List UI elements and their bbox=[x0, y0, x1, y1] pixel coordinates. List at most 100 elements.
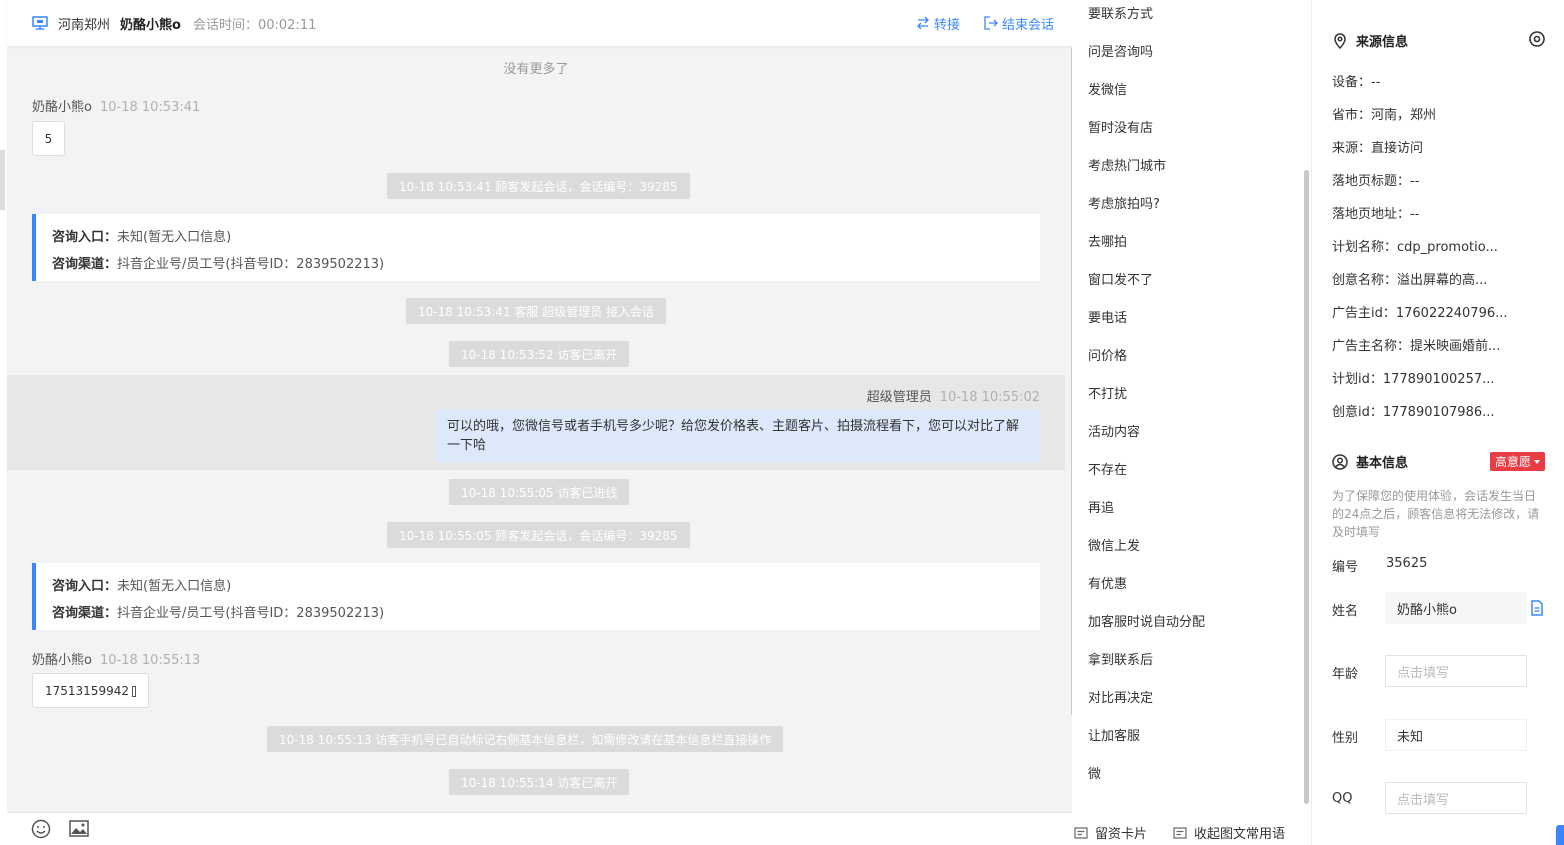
phrases-scrollbar[interactable] bbox=[1304, 170, 1309, 804]
channel-value: 抖音企业号/员工号(抖音号ID：2839502213) bbox=[117, 257, 385, 272]
source-device: 设备：-- bbox=[1332, 75, 1381, 90]
quick-phrase-item[interactable]: 考虑热门城市 bbox=[1088, 155, 1166, 174]
visitor-location: 河南郑州 bbox=[58, 17, 111, 33]
source-info-title: 来源信息 bbox=[1332, 31, 1408, 50]
collapse-phrases-button[interactable]: 收起图文常用语 bbox=[1173, 823, 1285, 842]
source-origin: 来源：直接访问 bbox=[1332, 141, 1424, 156]
consult-info-card: 咨询入口：未知(暂无入口信息) 咨询渠道：抖音企业号/员工号(抖音号ID：283… bbox=[32, 563, 1040, 630]
eye-icon[interactable] bbox=[1528, 30, 1546, 48]
image-icon[interactable] bbox=[68, 819, 90, 839]
transfer-label: 转接 bbox=[933, 17, 960, 33]
system-notice: 10-18 10:53:41 顾客发起会话，会话编号：39285 bbox=[387, 173, 690, 199]
collapse-icon bbox=[1173, 826, 1187, 839]
chat-header: 河南郑州 奶酪小熊o 会话时间：00:02:11 转接 结束会话 bbox=[7, 0, 1072, 46]
source-advertiser-id: 广告主id：176022240796... bbox=[1332, 306, 1508, 321]
end-session-button[interactable]: 结束会话 bbox=[984, 14, 1054, 33]
session-time-label: 会话时间： bbox=[192, 17, 258, 33]
intent-badge-label: 高意愿 bbox=[1494, 455, 1531, 469]
quick-phrase-item[interactable]: 去哪拍 bbox=[1088, 231, 1127, 250]
source-creative-id: 创意id：177890107986... bbox=[1332, 405, 1495, 420]
input-toolbar bbox=[7, 812, 1072, 845]
exit-icon bbox=[984, 16, 998, 30]
age-field[interactable]: 点击填写 bbox=[1385, 655, 1527, 687]
no-more-text: 没有更多了 bbox=[503, 62, 569, 77]
transfer-button[interactable]: 转接 bbox=[916, 14, 960, 33]
source-advertiser-name: 广告主名称：提米映画婚前... bbox=[1332, 339, 1501, 354]
entry-value: 未知(暂无入口信息) bbox=[117, 230, 232, 245]
session-time-value: 00:02:11 bbox=[257, 17, 317, 33]
name-value: 奶酪小熊o bbox=[1397, 602, 1457, 618]
age-placeholder: 点击填写 bbox=[1397, 665, 1450, 681]
source-plan-name: 计划名称：cdp_promotio... bbox=[1332, 240, 1498, 255]
agent-sender-line: 超级管理员 10-18 10:55:02 bbox=[867, 386, 1040, 405]
id-label: 编号 bbox=[1332, 560, 1359, 575]
message-text: 17513159942 bbox=[45, 683, 129, 698]
collapse-phrases-label: 收起图文常用语 bbox=[1194, 827, 1286, 842]
message-time: 10-18 10:55:13 bbox=[99, 653, 201, 668]
qq-label: QQ bbox=[1332, 791, 1353, 806]
quick-phrase-item[interactable]: 让加客服 bbox=[1088, 725, 1140, 744]
quick-phrase-item[interactable]: 活动内容 bbox=[1088, 421, 1140, 440]
name-field[interactable]: 奶酪小熊o bbox=[1385, 592, 1527, 624]
end-session-label: 结束会话 bbox=[1001, 17, 1054, 33]
edit-notice: 为了保障您的使用体验，会话发生当日的24点之后，顾客信息将无法修改，请及时填写 bbox=[1332, 489, 1540, 539]
sender-name: 奶酪小熊o bbox=[32, 653, 92, 668]
gender-select[interactable]: 未知 bbox=[1385, 719, 1527, 751]
user-circle-icon bbox=[1332, 453, 1348, 470]
sender-name: 奶酪小熊o bbox=[32, 100, 92, 115]
quick-phrase-item[interactable]: 发微信 bbox=[1088, 79, 1127, 98]
quick-phrase-item[interactable]: 拿到联系后 bbox=[1088, 649, 1153, 668]
quick-phrase-item[interactable]: 不存在 bbox=[1088, 459, 1127, 478]
copy-icon[interactable] bbox=[131, 686, 136, 697]
quick-phrase-item[interactable]: 问价格 bbox=[1088, 345, 1127, 364]
quick-phrase-item[interactable]: 微 bbox=[1088, 763, 1101, 782]
floating-tab[interactable] bbox=[1556, 825, 1564, 845]
agent-message-row: 超级管理员 10-18 10:55:02 可以的哦，您微信号或者手机号多少呢？给您… bbox=[7, 375, 1065, 470]
quick-phrase-item[interactable]: 考虑旅拍吗? bbox=[1088, 193, 1160, 212]
system-notice: 10-18 10:53:41 客服 超级管理员 接入会话 bbox=[406, 298, 667, 324]
message-sender-line: 奶酪小熊o 10-18 10:55:13 bbox=[32, 649, 200, 668]
quick-phrase-item[interactable]: 有优惠 bbox=[1088, 573, 1127, 592]
agent-message-bubble[interactable]: 可以的哦，您微信号或者手机号多少呢？给您发价格表、主题客片、拍摄流程看下，您可以… bbox=[435, 410, 1040, 462]
header-actions: 转接 结束会话 bbox=[916, 0, 1054, 46]
entry-label: 咨询入口： bbox=[52, 230, 118, 245]
lead-card-button[interactable]: 留资卡片 bbox=[1074, 823, 1147, 842]
quick-phrase-item[interactable]: 要电话 bbox=[1088, 307, 1127, 326]
agent-name: 超级管理员 bbox=[866, 390, 932, 405]
quick-phrase-item[interactable]: 再追 bbox=[1088, 497, 1114, 516]
visitor-message-bubble[interactable]: 5 bbox=[32, 121, 65, 156]
quick-phrase-item[interactable]: 问是咨询吗 bbox=[1088, 41, 1153, 60]
basic-info-title: 基本信息 bbox=[1332, 452, 1408, 471]
emoji-icon[interactable] bbox=[30, 819, 52, 839]
quick-phrase-item[interactable]: 加客服时说自动分配 bbox=[1088, 611, 1205, 630]
quick-phrase-item[interactable]: 暂时没有店 bbox=[1088, 117, 1153, 136]
document-icon[interactable] bbox=[1530, 600, 1544, 616]
message-text: 5 bbox=[44, 131, 53, 146]
source-plan-id: 计划id：177890100257... bbox=[1332, 372, 1495, 387]
visitor-name: 奶酪小熊o bbox=[120, 17, 181, 33]
consult-info-card: 咨询入口：未知(暂无入口信息) 咨询渠道：抖音企业号/员工号(抖音号ID：283… bbox=[32, 214, 1040, 281]
source-creative-name: 创意名称：溢出屏幕的高... bbox=[1332, 273, 1488, 288]
message-time: 10-18 10:53:41 bbox=[99, 100, 201, 115]
visitor-message-bubble[interactable]: 17513159942 bbox=[32, 673, 149, 708]
session-time: 会话时间：00:02:11 bbox=[193, 14, 316, 33]
qq-field[interactable]: 点击填写 bbox=[1385, 782, 1527, 814]
quick-phrase-item[interactable]: 窗口发不了 bbox=[1088, 269, 1153, 288]
channel-value: 抖音企业号/员工号(抖音号ID：2839502213) bbox=[117, 606, 385, 621]
customer-info-panel: 来源信息 设备：-- 省市：河南，郑州 来源：直接访问 落地页标题：-- 落地页… bbox=[1312, 0, 1564, 845]
intent-badge[interactable]: 高意愿 bbox=[1489, 452, 1545, 471]
app-root: 河南郑州 奶酪小熊o 会话时间：00:02:11 转接 结束会话 没有更多了 奶… bbox=[0, 0, 1564, 845]
system-notice: 10-18 10:55:05 顾客发起会话，会话编号：39285 bbox=[387, 522, 690, 548]
quick-phrase-item[interactable]: 要联系方式 bbox=[1088, 3, 1153, 22]
entry-value: 未知(暂无入口信息) bbox=[117, 579, 232, 594]
qq-placeholder: 点击填写 bbox=[1397, 792, 1450, 808]
message-sender-line: 奶酪小熊o 10-18 10:53:41 bbox=[32, 96, 200, 115]
source-landing-title: 落地页标题：-- bbox=[1332, 174, 1420, 189]
channel-label: 咨询渠道： bbox=[52, 606, 118, 621]
id-value: 35625 bbox=[1386, 556, 1428, 571]
lead-card-label: 留资卡片 bbox=[1095, 827, 1148, 842]
quick-phrase-item[interactable]: 微信上发 bbox=[1088, 535, 1140, 554]
quick-phrase-item[interactable]: 对比再决定 bbox=[1088, 687, 1153, 706]
source-info-title-text: 来源信息 bbox=[1356, 35, 1409, 50]
quick-phrase-item[interactable]: 不打扰 bbox=[1088, 383, 1127, 402]
